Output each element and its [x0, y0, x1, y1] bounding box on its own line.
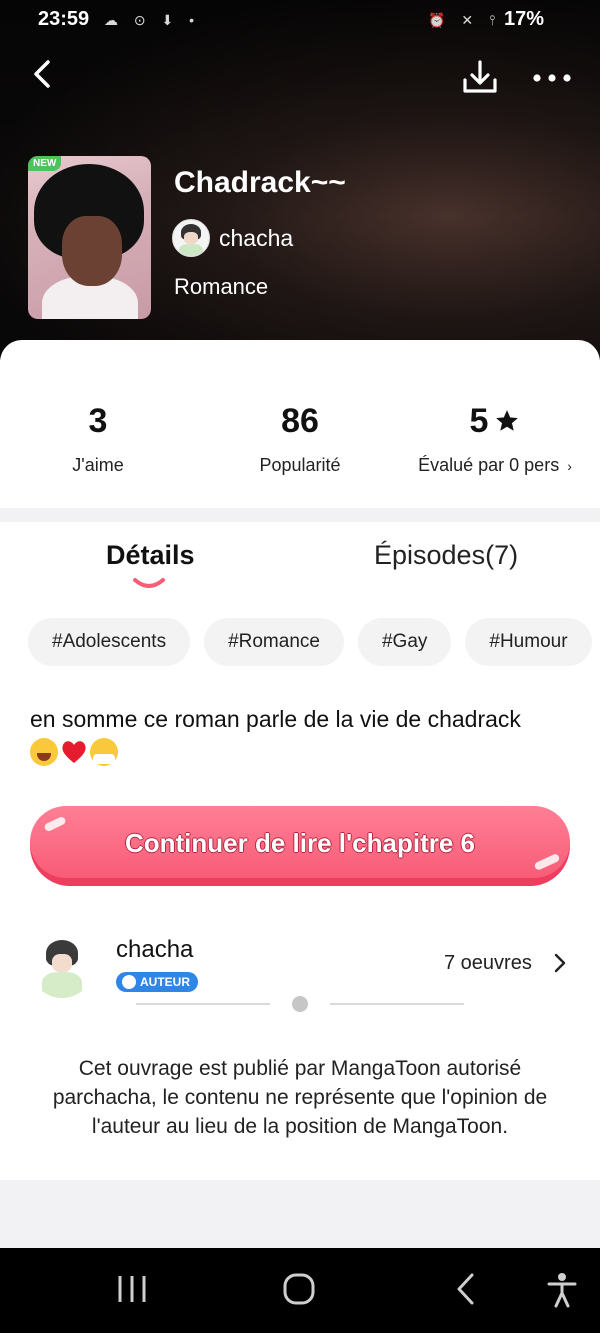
recent-apps-icon[interactable]	[116, 1272, 148, 1306]
tag-chip[interactable]: #Gay	[357, 618, 452, 666]
new-badge: NEW	[28, 156, 62, 171]
heart-emoji-icon	[62, 741, 86, 763]
back-arrow-icon[interactable]	[26, 56, 62, 92]
rating-value: 5	[469, 402, 489, 440]
header-author-name[interactable]: chacha	[219, 225, 293, 252]
chevron-right-icon[interactable]: ›	[567, 458, 572, 474]
description-emojis	[30, 738, 570, 766]
author-avatar[interactable]	[172, 219, 210, 257]
status-time: 23:59	[38, 8, 90, 30]
book-title: Chadrack~~	[174, 166, 346, 199]
genre-label: Romance	[174, 274, 269, 299]
header-author-row[interactable]: chacha	[172, 219, 293, 257]
author-section-avatar[interactable]	[30, 934, 94, 998]
download-icon[interactable]	[460, 58, 500, 98]
book-cover-image[interactable]: NEW	[28, 156, 151, 319]
book-description: en somme ce roman parle de la vie de cha…	[30, 702, 570, 766]
continue-reading-label[interactable]: Continuer de lire l'chapitre 6	[30, 828, 570, 859]
drop-icon	[122, 975, 136, 989]
copyright-disclaimer: Cet ouvrage est publié par MangaToon aut…	[52, 1057, 548, 1138]
status-bar: 23:59 ☁ ⊙ ⬇ • ⏰ ✕ ⫯ 17%	[0, 6, 600, 34]
more-dots-icon[interactable]	[530, 68, 574, 88]
stats-card: 3 J'aime 86 Popularité 5 Évalué par 0 pe…	[0, 340, 600, 508]
status-notification-icons: ☁ ⊙ ⬇ •	[104, 12, 201, 28]
tag-chip[interactable]: #Romance	[204, 618, 344, 666]
laughing-emoji-icon	[30, 738, 58, 766]
tab-details[interactable]: Détails	[106, 540, 195, 571]
home-icon[interactable]	[282, 1272, 316, 1306]
description-text: en somme ce roman parle de la vie de cha…	[30, 706, 521, 732]
back-nav-icon[interactable]	[454, 1272, 478, 1306]
popularity-count: 86	[281, 402, 319, 440]
likes-label: J'aime	[72, 455, 124, 475]
popularity-label: Popularité	[259, 455, 341, 475]
popularity-stat: 86 Popularité	[240, 402, 360, 476]
likes-stat: 3 J'aime	[58, 402, 138, 476]
section-divider	[136, 994, 466, 1014]
cover-face-shape	[62, 216, 122, 286]
accessibility-icon[interactable]	[546, 1272, 578, 1308]
battery-percentage: 17%	[504, 8, 545, 30]
sneezing-emoji-icon	[90, 738, 118, 766]
chevron-right-icon[interactable]	[552, 952, 568, 974]
author-badge: AUTEUR	[116, 972, 198, 992]
rating-label[interactable]: Évalué par 0 pers	[418, 455, 559, 475]
tag-chip[interactable]: #Adolescents	[28, 618, 191, 666]
status-system-icons: ⏰ ✕ ⫯	[428, 12, 502, 28]
details-panel: Détails Épisodes(7) #Adolescents #Romanc…	[0, 522, 600, 1180]
tag-list: #Adolescents #Romance #Gay #Humour	[28, 618, 600, 666]
active-tab-indicator	[133, 578, 165, 588]
system-navigation-bar	[0, 1248, 600, 1333]
author-works-count[interactable]: 7 oeuvres	[444, 952, 532, 975]
continue-reading-button[interactable]: Continuer de lire l'chapitre 6	[30, 806, 570, 888]
star-icon	[496, 410, 519, 431]
author-badge-label: AUTEUR	[140, 975, 190, 989]
tab-episodes[interactable]: Épisodes(7)	[374, 540, 518, 571]
author-section-name[interactable]: chacha	[116, 936, 193, 964]
likes-count: 3	[88, 402, 108, 440]
tag-chip[interactable]: #Humour	[465, 618, 592, 666]
rating-stat[interactable]: 5 Évalué par 0 pers ›	[410, 402, 580, 476]
